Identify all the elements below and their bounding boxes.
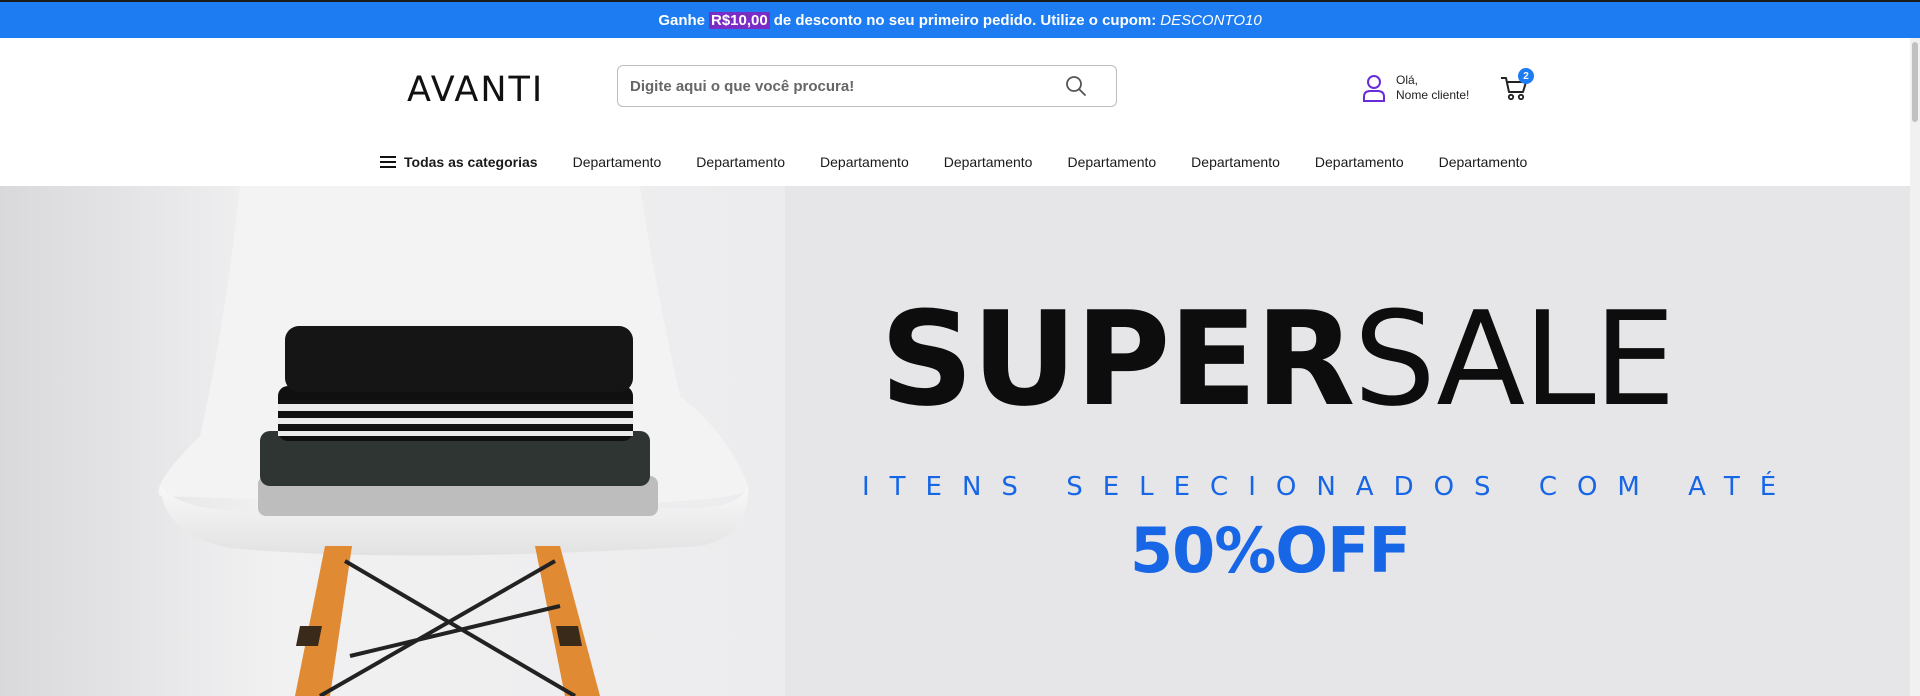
nav-department-8[interactable]: Departamento (1439, 154, 1528, 170)
account-greeting: Olá, (1396, 73, 1419, 87)
hero-banner[interactable]: SUPERSALE ITENS SELECIONADOS COM ATÉ 50%… (0, 186, 1910, 696)
hero-discount: 50%OFF (1130, 514, 1411, 587)
nav-department-7[interactable]: Departamento (1315, 154, 1404, 170)
all-categories-button[interactable]: Todas as categorias (380, 154, 538, 170)
hero-title-light: SALE (1353, 283, 1675, 435)
nav-department-4[interactable]: Departamento (944, 154, 1033, 170)
account-link[interactable]: Olá, Nome cliente! (1362, 73, 1469, 103)
search-icon (1066, 76, 1086, 96)
promo-bar: Ganhe R$10,00 de desconto no seu primeir… (0, 0, 1920, 38)
promo-prefix: Ganhe (658, 11, 705, 29)
cart-button[interactable]: 2 (1500, 68, 1534, 104)
category-nav: Todas as categorias Departamento Departa… (380, 146, 1527, 178)
nav-department-1[interactable]: Departamento (573, 154, 662, 170)
user-icon (1363, 75, 1385, 102)
cart-count-badge: 2 (1518, 68, 1534, 84)
hero-subtitle: ITENS SELECIONADOS COM ATÉ (862, 472, 1797, 502)
avanti-logo[interactable]: AVANTI (407, 68, 562, 108)
nav-department-5[interactable]: Departamento (1067, 154, 1156, 170)
promo-coupon: DESCONTO10 (1160, 11, 1262, 29)
site-header: AVANTI Olá, Nome cliente! 2 (0, 38, 1910, 186)
page-scrollbar[interactable] (1910, 38, 1920, 696)
nav-department-2[interactable]: Departamento (696, 154, 785, 170)
account-text: Olá, Nome cliente! (1396, 73, 1469, 103)
nav-department-3[interactable]: Departamento (820, 154, 909, 170)
hamburger-icon (380, 156, 396, 168)
account-name: Nome cliente! (1396, 88, 1470, 102)
logo-text: AVANTI (407, 70, 544, 108)
nav-department-6[interactable]: Departamento (1191, 154, 1280, 170)
promo-message: de desconto no seu primeiro pedido. Util… (773, 11, 1157, 29)
all-categories-label: Todas as categorias (404, 154, 538, 170)
hero-title-bold: SUPER (880, 283, 1355, 435)
search-button[interactable] (1054, 66, 1098, 106)
hero-chair-photo (0, 186, 785, 696)
promo-amount: R$10,00 (709, 11, 770, 29)
scrollbar-thumb[interactable] (1912, 42, 1918, 122)
hero-title: SUPERSALE (880, 294, 1676, 424)
search-bar (617, 65, 1117, 107)
search-input[interactable] (618, 66, 1054, 106)
